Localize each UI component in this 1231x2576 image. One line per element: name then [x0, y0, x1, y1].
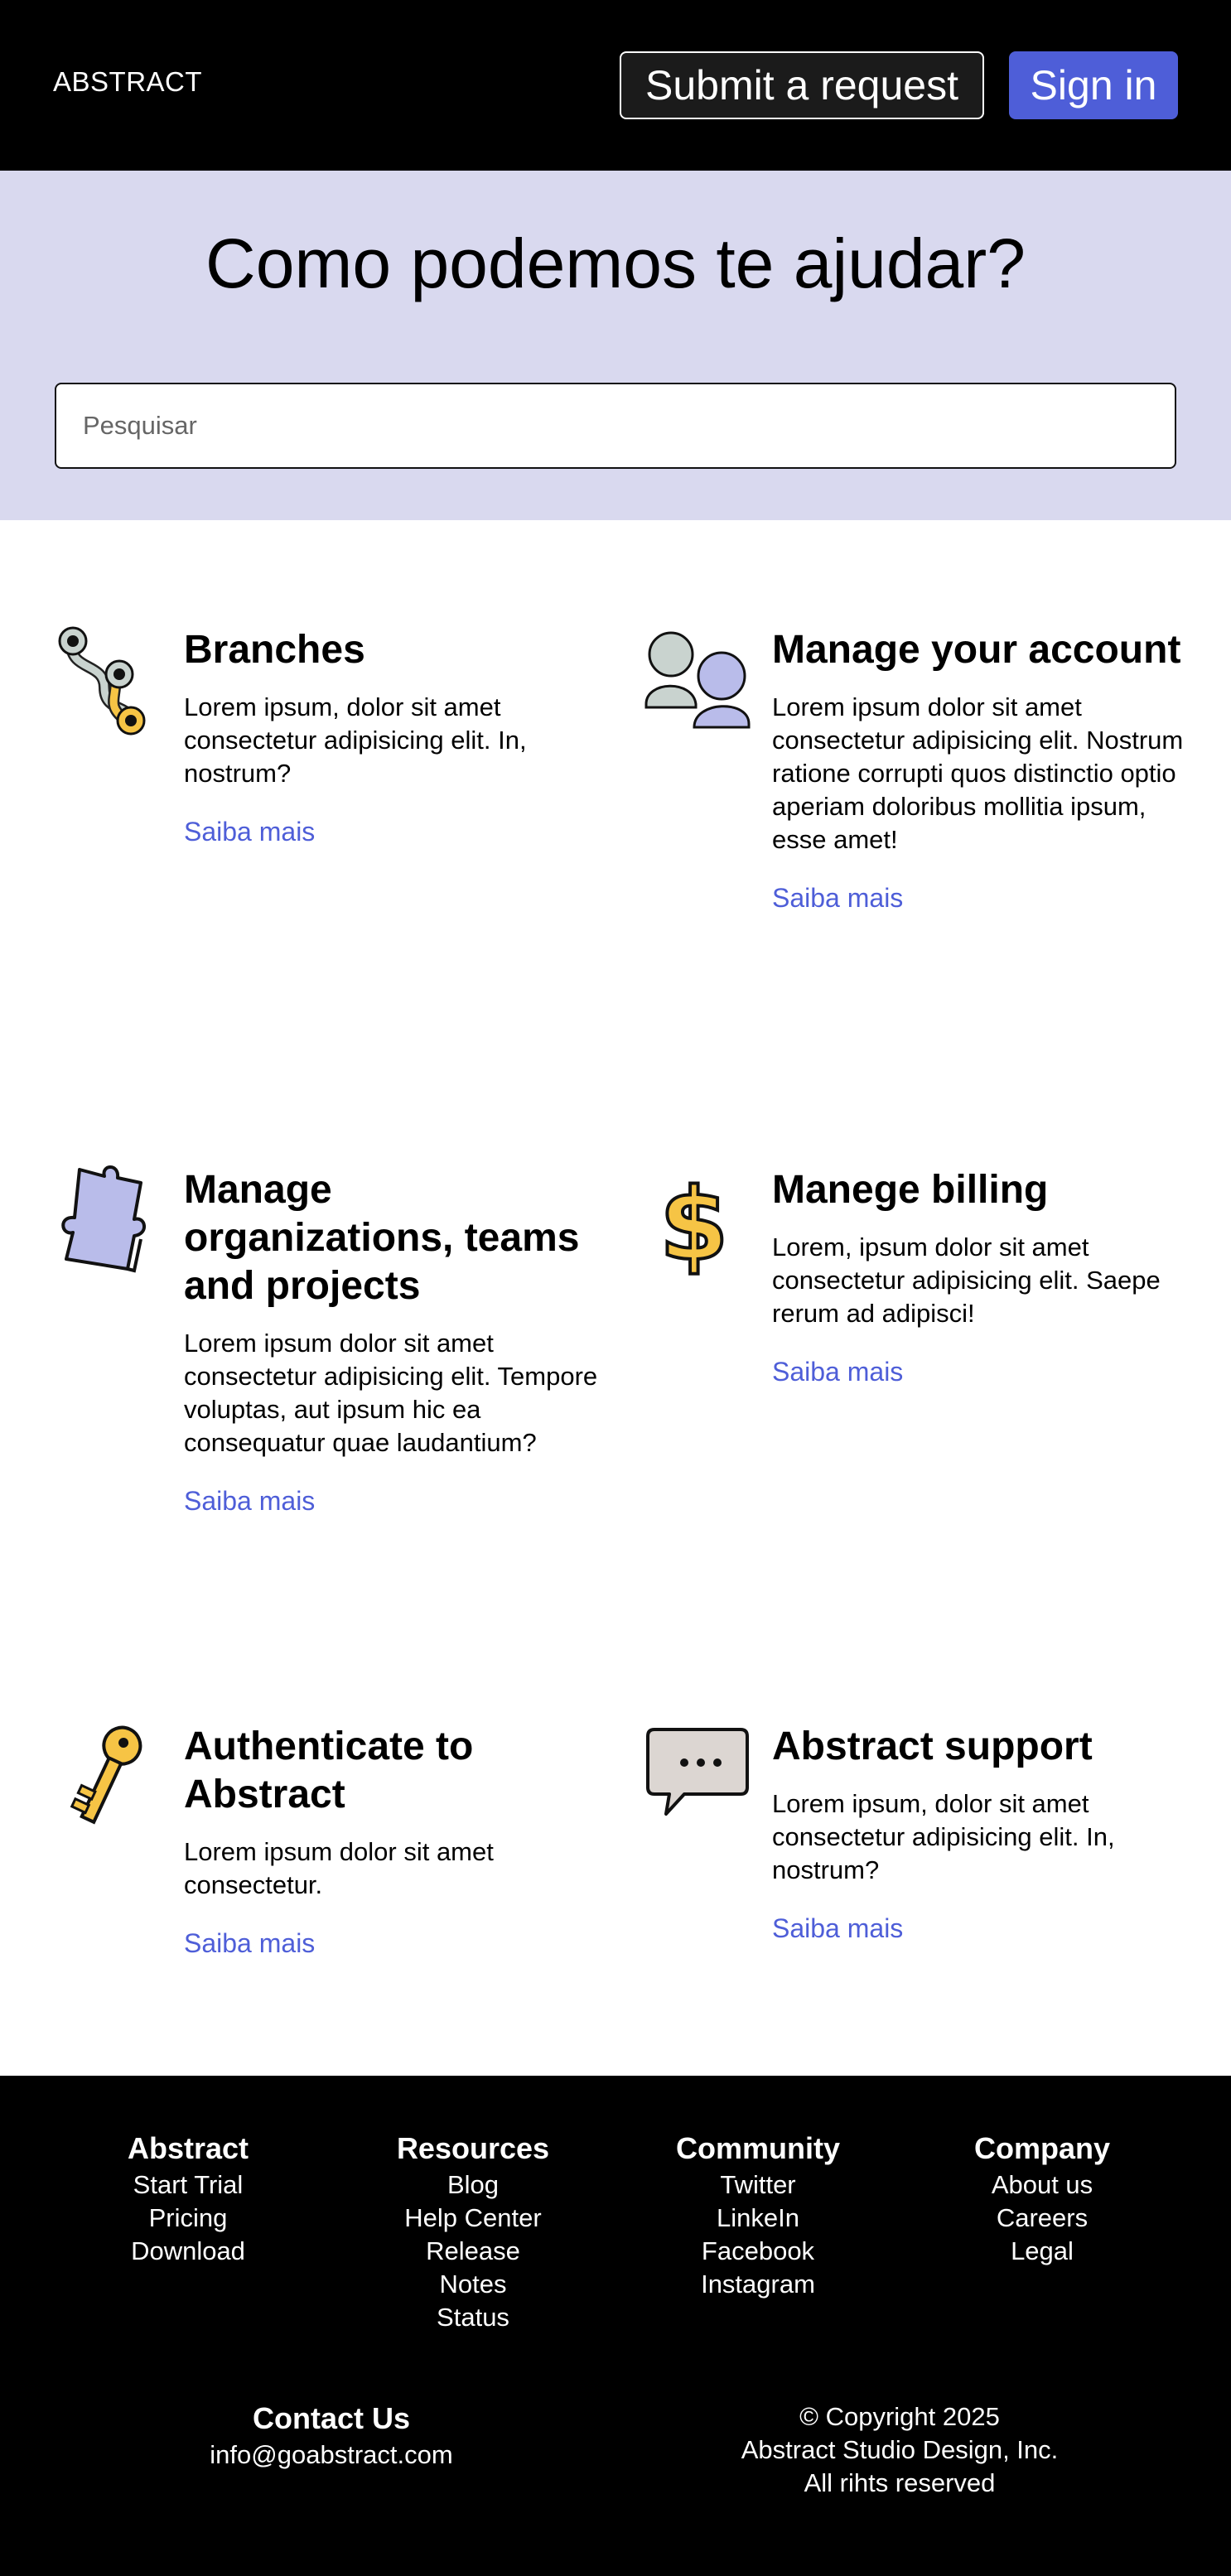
- footer-link-legal[interactable]: Legal: [918, 2235, 1166, 2268]
- saiba-mais-link[interactable]: Saiba mais: [772, 1357, 1186, 1387]
- footer-link-careers[interactable]: Careers: [918, 2202, 1166, 2235]
- contact-email-link[interactable]: info@goabstract.com: [210, 2440, 452, 2469]
- saiba-mais-link[interactable]: Saiba mais: [184, 817, 598, 847]
- copyright-line: Abstract Studio Design, Inc.: [741, 2435, 1059, 2464]
- saiba-mais-link[interactable]: Saiba mais: [184, 1928, 598, 1959]
- chat-bubble-icon: [643, 1718, 759, 1834]
- footer-link-download[interactable]: Download: [64, 2235, 312, 2268]
- copyright-line: © Copyright 2025: [799, 2402, 1000, 2431]
- card-title: Manege billing: [772, 1168, 1049, 1212]
- footer-link-twitter[interactable]: Twitter: [634, 2168, 882, 2202]
- hero-section: Como podemos te ajudar?: [0, 171, 1231, 520]
- footer-link-help-center[interactable]: Help Center: [349, 2202, 597, 2235]
- saiba-mais-link[interactable]: Saiba mais: [184, 1486, 598, 1517]
- card-title: Authenticate to Abstract: [184, 1725, 474, 1816]
- logo[interactable]: ABSTRACT: [53, 66, 202, 98]
- copyright: © Copyright 2025 Abstract Studio Design,…: [676, 2400, 1123, 2500]
- footer-link-instagram[interactable]: Instagram: [634, 2268, 882, 2301]
- footer-column-community: Community Twitter LinkeIn Facebook Insta…: [634, 2129, 882, 2301]
- contact-title: Contact Us: [252, 2401, 411, 2435]
- card-text: Lorem, ipsum dolor sit amet consectetur …: [772, 1233, 1161, 1328]
- card-text: Lorem ipsum dolor sit amet consectetur.: [184, 1837, 494, 1899]
- footer-link-notes[interactable]: Notes: [349, 2268, 597, 2301]
- copyright-line: All rihts reserved: [804, 2468, 996, 2497]
- footer-link-release[interactable]: Release: [349, 2235, 597, 2268]
- card-text: Lorem ipsum, dolor sit amet consectetur …: [772, 1789, 1115, 1884]
- key-icon: [55, 1718, 171, 1834]
- svg-text:$: $: [659, 1168, 729, 1277]
- footer-link-status[interactable]: Status: [349, 2301, 597, 2334]
- card-title: Manage organizations, teams and projects: [184, 1168, 580, 1308]
- site-footer: Abstract Start Trial Pricing Download Re…: [0, 2076, 1231, 2576]
- submit-request-button[interactable]: Submit a request: [620, 51, 984, 119]
- footer-column-company: Company About us Careers Legal: [918, 2129, 1166, 2268]
- dollar-icon: $: [643, 1161, 759, 1285]
- card-text: Lorem ipsum dolor sit amet consectetur a…: [772, 692, 1184, 854]
- footer-link-linkedin[interactable]: LinkeIn: [634, 2202, 882, 2235]
- puzzle-icon: [55, 1161, 171, 1277]
- hero-title: Como podemos te ajudar?: [205, 224, 1026, 302]
- saiba-mais-link[interactable]: Saiba mais: [772, 883, 1186, 914]
- footer-link-blog[interactable]: Blog: [349, 2168, 597, 2202]
- saiba-mais-link[interactable]: Saiba mais: [772, 1913, 1186, 1944]
- footer-link-about-us[interactable]: About us: [918, 2168, 1166, 2202]
- card-title: Abstract support: [772, 1725, 1093, 1768]
- footer-contact: Contact Us info@goabstract.com: [124, 2399, 538, 2472]
- card-title: Manage your account: [772, 628, 1181, 672]
- footer-column-abstract: Abstract Start Trial Pricing Download: [64, 2129, 312, 2268]
- site-header: ABSTRACT Submit a request Sign in: [0, 0, 1231, 171]
- card-title: Branches: [184, 628, 365, 672]
- sign-in-button[interactable]: Sign in: [1009, 51, 1178, 119]
- search-input[interactable]: [55, 383, 1176, 469]
- card-text: Lorem ipsum, dolor sit amet consectetur …: [184, 692, 527, 788]
- card-text: Lorem ipsum dolor sit amet consectetur a…: [184, 1329, 598, 1457]
- branches-icon: [55, 621, 171, 737]
- footer-column-title: Community: [676, 2131, 840, 2165]
- footer-link-facebook[interactable]: Facebook: [634, 2235, 882, 2268]
- users-icon: [643, 621, 759, 737]
- footer-link-start-trial[interactable]: Start Trial: [64, 2168, 312, 2202]
- footer-column-title: Abstract: [127, 2131, 249, 2165]
- footer-column-resources: Resources Blog Help Center Release Notes…: [349, 2129, 597, 2334]
- footer-column-title: Resources: [396, 2131, 550, 2165]
- footer-column-title: Company: [973, 2131, 1111, 2165]
- footer-link-pricing[interactable]: Pricing: [64, 2202, 312, 2235]
